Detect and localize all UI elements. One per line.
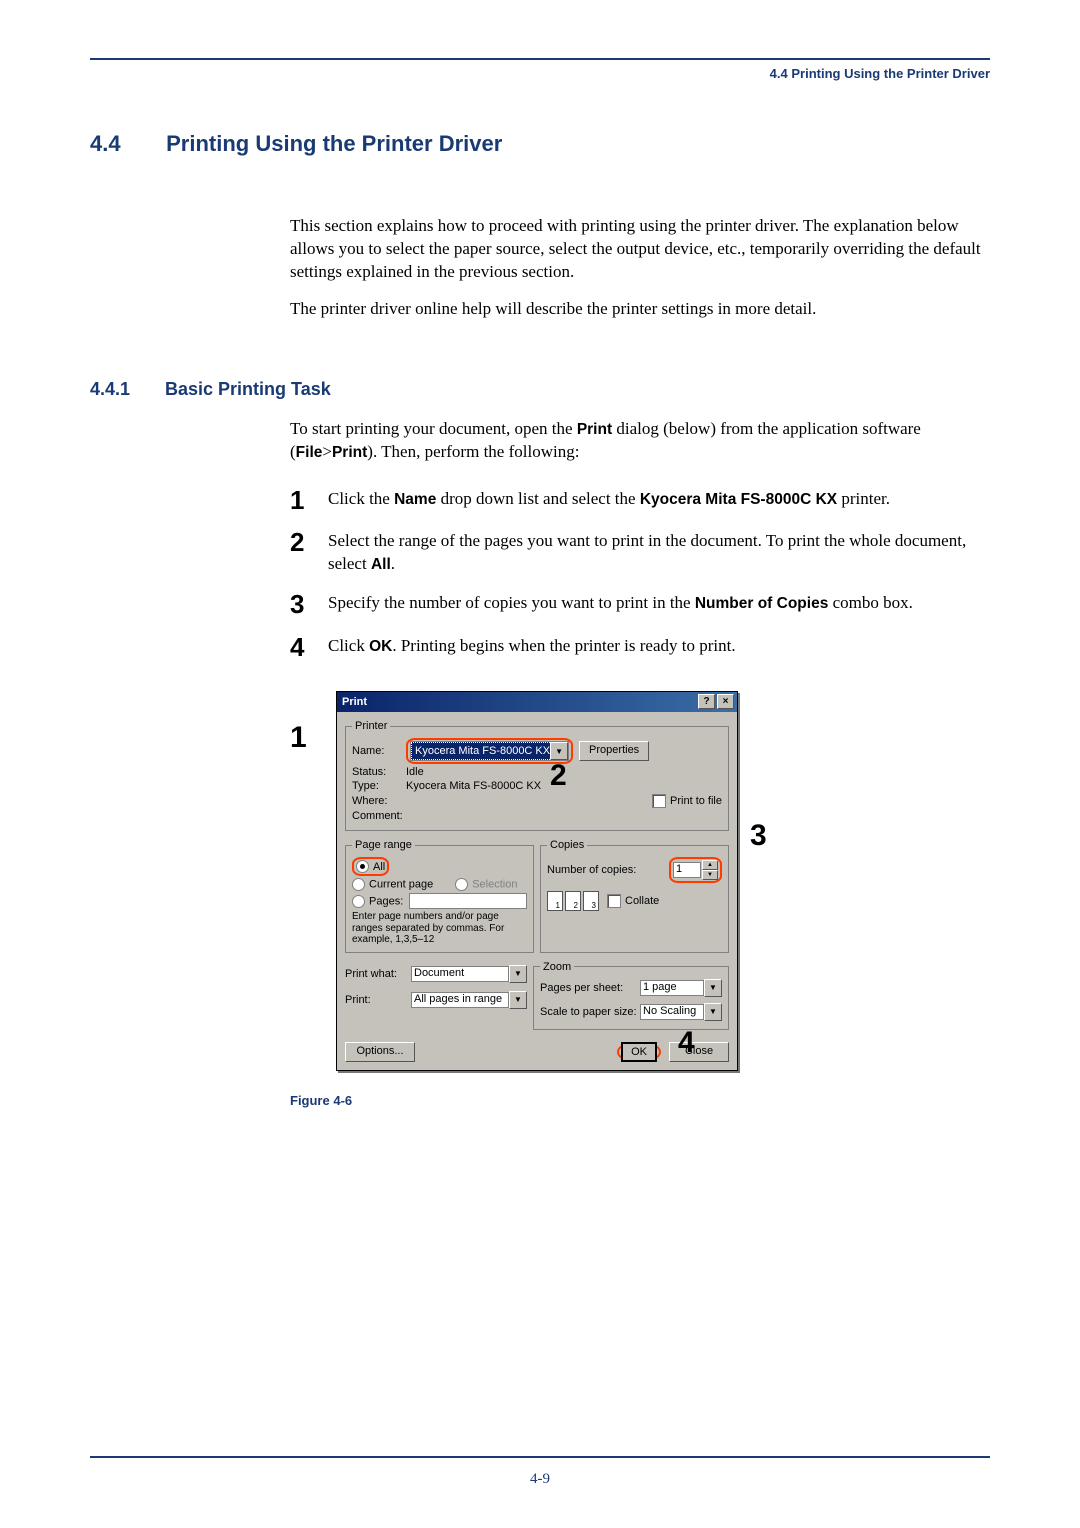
collate-icon (547, 891, 599, 911)
callout-3: 3 (750, 819, 767, 853)
copies-legend: Copies (547, 839, 587, 851)
step-text-1: Click the Name drop down list and select… (328, 486, 990, 511)
printer-name-value: Kyocera Mita FS-8000C KX (411, 742, 550, 760)
step-number-2: 2 (290, 528, 328, 557)
step-text-3: Specify the number of copies you want to… (328, 590, 990, 615)
callout-2: 2 (550, 759, 567, 793)
selection-radio: Selection (455, 878, 517, 891)
step-number-3: 3 (290, 590, 328, 619)
collate-checkbox[interactable]: Collate (607, 894, 659, 908)
current-page-radio[interactable]: Current page (352, 878, 433, 891)
running-header: 4.4 Printing Using the Printer Driver (90, 60, 990, 81)
pps-select[interactable]: 1 page▼ (640, 979, 722, 997)
callout-1: 1 (290, 721, 307, 755)
step-text-2: Select the range of the pages you want t… (328, 528, 990, 576)
chevron-down-icon: ▼ (509, 991, 527, 1009)
step-number-1: 1 (290, 486, 328, 515)
dialog-titlebar[interactable]: Print ? × (337, 692, 737, 712)
intro-p1: This section explains how to proceed wit… (290, 215, 990, 284)
section-title: Printing Using the Printer Driver (166, 131, 502, 156)
scale-select[interactable]: No Scaling▼ (640, 1003, 722, 1021)
ok-button-highlight: OK (617, 1044, 661, 1060)
step-1: 1 Click the Name drop down list and sele… (290, 486, 990, 515)
chevron-down-icon: ▼ (509, 965, 527, 983)
help-icon[interactable]: ? (698, 694, 715, 709)
steps-list: 1 Click the Name drop down list and sele… (290, 486, 990, 662)
print-what-select[interactable]: Document▼ (411, 965, 527, 983)
type-label: Type: (352, 780, 406, 792)
copies-group: Copies Number of copies: 1 ▲▼ (540, 839, 729, 953)
status-label: Status: (352, 766, 406, 778)
subsection-title: Basic Printing Task (165, 379, 331, 399)
print-what-label: Print what: (345, 968, 411, 980)
zoom-group: Zoom Pages per sheet: 1 page▼ Scale to p… (533, 961, 729, 1030)
print-label: Print: (345, 994, 411, 1006)
close-icon[interactable]: × (717, 694, 734, 709)
pages-hint: Enter page numbers and/or page ranges se… (352, 911, 527, 946)
subsection-number: 4.4.1 (90, 379, 160, 400)
pages-radio[interactable]: Pages: (352, 895, 403, 908)
printer-group: Printer Name: Kyocera Mita FS-8000C KX ▼… (345, 720, 729, 831)
section-heading: 4.4 Printing Using the Printer Driver (90, 131, 990, 157)
ok-button[interactable]: OK (621, 1042, 657, 1062)
copies-label: Number of copies: (547, 864, 669, 876)
subsection-intro: To start printing your document, open th… (290, 418, 990, 464)
callout-4: 4 (678, 1026, 695, 1060)
step-4: 4 Click OK. Printing begins when the pri… (290, 633, 990, 662)
step-3: 3 Specify the number of copies you want … (290, 590, 990, 619)
step-number-4: 4 (290, 633, 328, 662)
page-number: 4-9 (0, 1471, 1080, 1488)
pages-input[interactable] (409, 893, 527, 909)
copies-input[interactable]: 1 (673, 862, 701, 878)
dialog-title: Print (342, 696, 367, 708)
chevron-down-icon: ▼ (704, 1003, 722, 1021)
options-button[interactable]: Options... (345, 1042, 415, 1062)
copies-spinner[interactable]: ▲▼ (702, 860, 718, 880)
scale-label: Scale to paper size: (540, 1006, 640, 1018)
section-number: 4.4 (90, 131, 160, 157)
intro-p2: The printer driver online help will desc… (290, 298, 990, 321)
figure-caption: Figure 4-6 (290, 1093, 990, 1108)
step-text-4: Click OK. Printing begins when the print… (328, 633, 990, 658)
comment-label: Comment: (352, 810, 406, 822)
step-2: 2 Select the range of the pages you want… (290, 528, 990, 576)
chevron-down-icon: ▼ (704, 979, 722, 997)
subsection-heading: 4.4.1 Basic Printing Task (90, 379, 990, 400)
name-select-highlight: Kyocera Mita FS-8000C KX ▼ (406, 738, 573, 764)
copies-input-highlight: 1 ▲▼ (669, 857, 722, 883)
all-radio[interactable] (356, 860, 369, 873)
all-radio-highlight: All (352, 857, 389, 876)
properties-button[interactable]: Properties (579, 741, 649, 761)
page-range-legend: Page range (352, 839, 415, 851)
footer-rule (90, 1456, 990, 1458)
name-label: Name: (352, 745, 406, 757)
intro-block: This section explains how to proceed wit… (290, 215, 990, 321)
print-dialog-figure: 1 2 3 4 Print ? × Printer Name: Kyocera … (290, 691, 990, 1071)
page-range-group: Page range All Current page Selection Pa… (345, 839, 534, 953)
zoom-legend: Zoom (540, 961, 574, 973)
print-to-file-checkbox[interactable]: Print to file (652, 794, 722, 808)
where-label: Where: (352, 795, 406, 807)
printer-name-select[interactable]: Kyocera Mita FS-8000C KX ▼ (410, 741, 569, 761)
printer-legend: Printer (352, 720, 390, 732)
pps-label: Pages per sheet: (540, 982, 640, 994)
chevron-down-icon[interactable]: ▼ (550, 742, 568, 760)
print-dialog: Print ? × Printer Name: Kyocera Mita FS-… (336, 691, 738, 1071)
print-select[interactable]: All pages in range▼ (411, 991, 527, 1009)
